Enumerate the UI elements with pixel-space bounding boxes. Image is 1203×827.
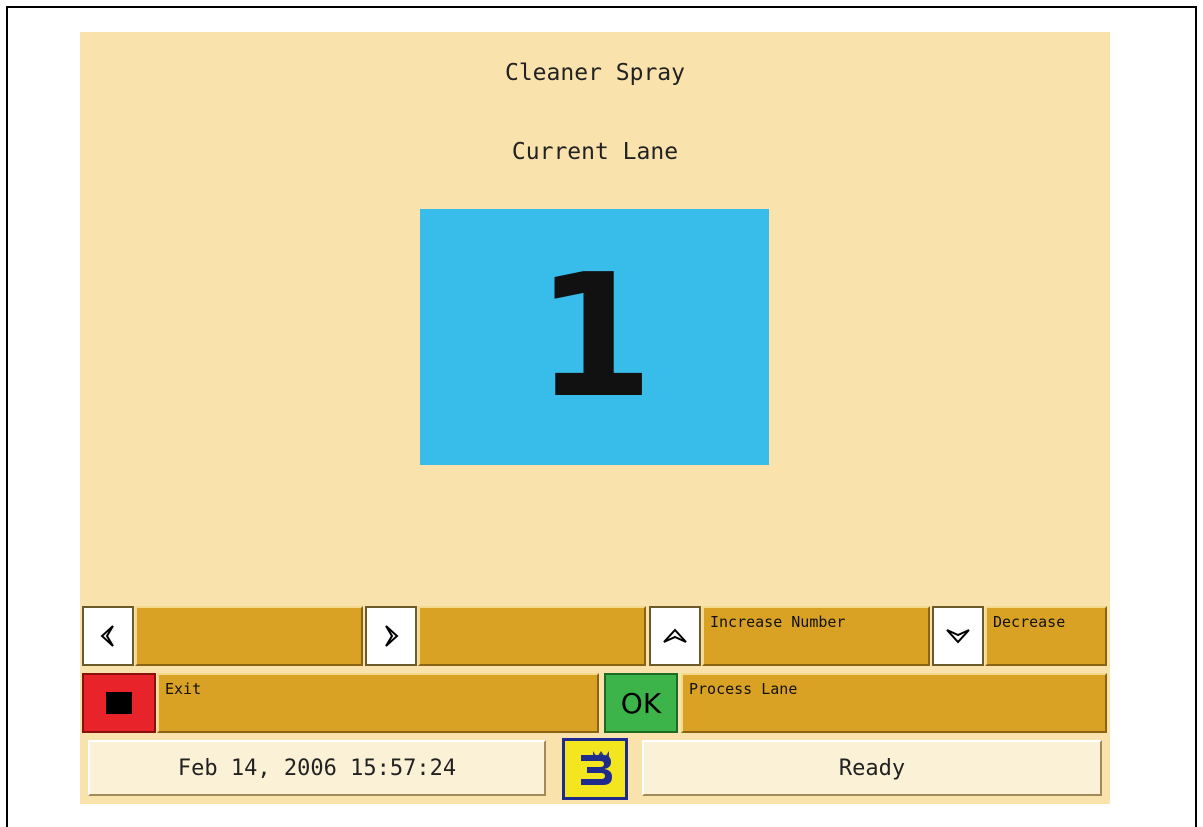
previous-button[interactable]	[82, 606, 134, 666]
arrow-right-icon	[385, 625, 399, 647]
ok-button[interactable]: OK	[604, 673, 678, 733]
lane-number: 1	[535, 238, 654, 436]
decrease-button[interactable]	[932, 606, 984, 666]
increase-button[interactable]	[649, 606, 701, 666]
current-lane-label: Current Lane	[511, 139, 679, 165]
next-button[interactable]	[365, 606, 417, 666]
screen-title: Cleaner Spray	[504, 60, 685, 86]
increase-number-label[interactable]: Increase Number	[702, 606, 930, 666]
exit-button[interactable]	[82, 673, 156, 733]
brand-logo-icon	[562, 738, 628, 800]
arrow-up-icon	[663, 628, 687, 643]
stop-icon	[106, 692, 132, 714]
brand-logo-graphic	[581, 751, 612, 785]
process-lane-label[interactable]: Process Lane	[681, 673, 1107, 733]
status-display: Ready	[642, 740, 1102, 796]
arrow-down-icon	[946, 629, 970, 644]
previous-label[interactable]	[135, 606, 363, 666]
datetime-display: Feb 14, 2006 15:57:24	[88, 740, 546, 796]
next-label[interactable]	[418, 606, 646, 666]
lane-display: 1	[420, 209, 769, 465]
exit-label[interactable]: Exit	[157, 673, 599, 733]
decrease-label[interactable]: Decrease	[985, 606, 1107, 666]
main-screen: Cleaner Spray Current Lane 1 Increase Nu…	[80, 32, 1110, 804]
arrow-left-icon	[100, 625, 114, 647]
